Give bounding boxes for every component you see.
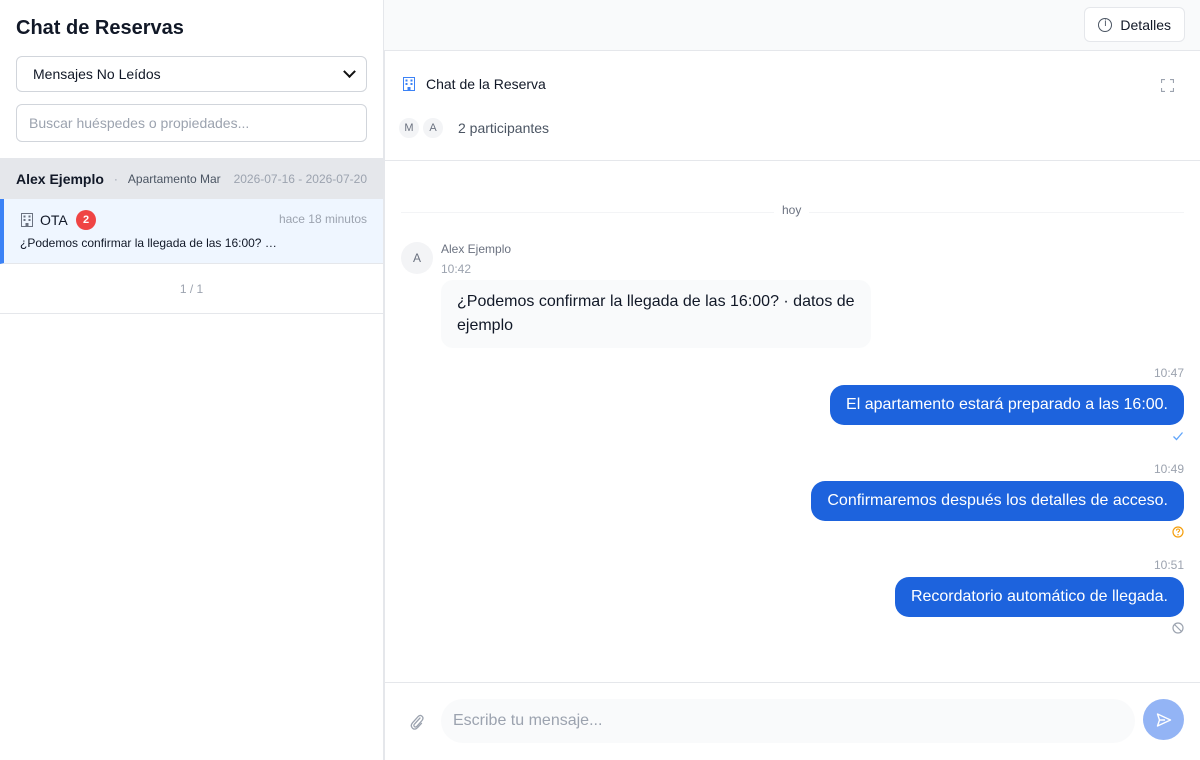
send-button[interactable] (1143, 699, 1184, 740)
building-icon (21, 213, 33, 227)
outgoing-message-bubble: Confirmaremos después los detalles de ac… (811, 481, 1184, 521)
avatar: A (401, 242, 433, 274)
building-icon (403, 77, 415, 91)
message-time: 10:42 (441, 262, 472, 276)
incoming-message-bubble: ¿Podemos confirmar la llegada de las 16:… (441, 280, 871, 348)
conversation-sidebar: Chat de Reservas Mensajes No Leídos Alex… (0, 0, 384, 760)
pagination: 1 / 1 (0, 265, 383, 314)
reservation-dates: 2026-07-16 - 2026-07-20 (233, 171, 367, 186)
chat-header: Chat de la Reserva M A 2 participantes (385, 51, 1200, 161)
message-time: 10:47 (1153, 366, 1184, 380)
message-time: 10:49 (1153, 462, 1184, 476)
details-label: Detalles (1120, 16, 1171, 33)
property-name: Apartamento Mar (127, 171, 221, 186)
conversation-time: hace 18 minutos (278, 212, 367, 226)
top-bar: Detalles (384, 0, 1200, 51)
outgoing-message-bubble: El apartamento estará preparado a las 16… (830, 385, 1184, 425)
separator-dot: · (113, 171, 118, 186)
message-composer (385, 682, 1200, 760)
participants-count: 2 participantes (458, 120, 550, 136)
filter-selected-value: Mensajes No Leídos (33, 66, 161, 82)
outgoing-message-bubble: Recordatorio automático de llegada. (894, 577, 1184, 617)
send-icon (1156, 712, 1171, 727)
sender-name: Alex Ejemplo (441, 242, 512, 256)
conversation-list-item[interactable]: OTA 2 hace 18 minutos ¿Podemos confirmar… (0, 199, 383, 264)
sidebar-title: Chat de Reservas (16, 17, 184, 39)
message-input[interactable] (441, 699, 1135, 743)
info-icon (1098, 17, 1113, 32)
unread-badge: 2 (76, 210, 96, 230)
search-input[interactable] (16, 104, 367, 142)
blocked-icon (1172, 622, 1184, 634)
guest-name: Alex Ejemplo (16, 170, 104, 187)
participant-avatar: A (421, 116, 445, 140)
filter-select[interactable]: Mensajes No Leídos (16, 56, 367, 92)
message-preview: ¿Podemos confirmar la llegada de las 16:… (20, 236, 280, 250)
pending-icon (1172, 526, 1184, 538)
channel-label: OTA (40, 212, 68, 228)
message-time: 10:51 (1153, 558, 1184, 572)
reservation-group-header[interactable]: Alex Ejemplo · Apartamento Mar 2026-07-1… (0, 158, 383, 199)
details-button[interactable]: Detalles (1084, 7, 1185, 42)
chat-panel: Chat de la Reserva M A 2 participantes h… (384, 51, 1200, 760)
chat-title: Chat de la Reserva (426, 76, 546, 92)
paperclip-icon[interactable] (409, 713, 425, 731)
participant-avatar: M (397, 116, 421, 140)
day-label: hoy (774, 203, 810, 217)
chevron-down-icon (343, 64, 356, 78)
check-icon (1173, 432, 1183, 441)
expand-icon[interactable] (1161, 79, 1174, 92)
message-list: hoy A Alex Ejemplo 10:42 ¿Podemos confir… (385, 162, 1200, 682)
